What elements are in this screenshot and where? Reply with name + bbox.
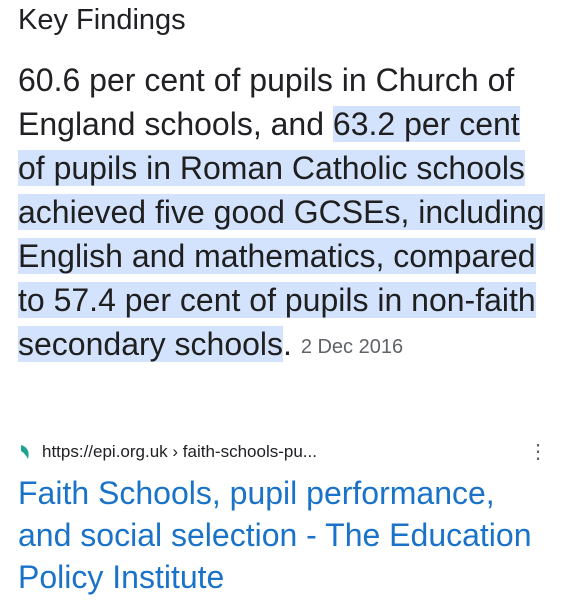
snippet-period: . xyxy=(283,326,292,362)
result-url[interactable]: https://epi.org.uk › faith-schools-pu... xyxy=(42,442,528,462)
snippet-date: 2 Dec 2016 xyxy=(300,336,404,358)
more-vert-icon[interactable]: ⋮ xyxy=(528,442,548,462)
snippet-highlighted-text: 63.2 per cent of pupils in Roman Catholi… xyxy=(18,106,545,362)
snippet-heading: Key Findings xyxy=(18,4,186,36)
snippet-text: 60.6 per cent of pupils in Church of Eng… xyxy=(18,58,553,369)
featured-snippet: Key Findings 60.6 per cent of pupils in … xyxy=(0,0,565,600)
result-source[interactable]: https://epi.org.uk › faith-schools-pu...… xyxy=(18,440,548,464)
result-title-link[interactable]: Faith Schools, pupil performance, and so… xyxy=(18,472,553,598)
epi-favicon-icon xyxy=(18,443,32,461)
